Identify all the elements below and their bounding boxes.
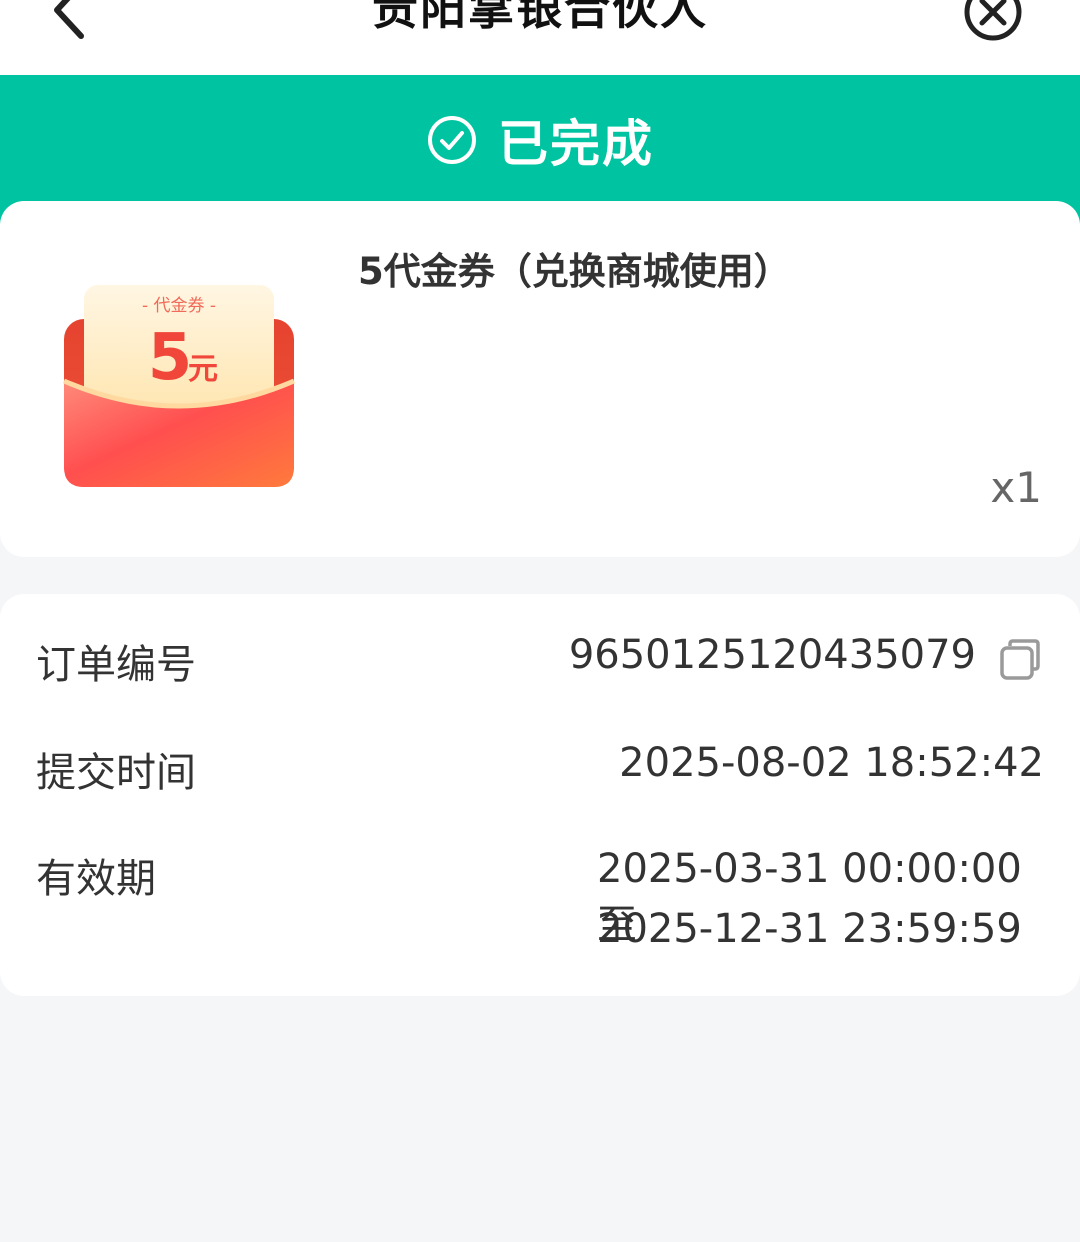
coupon-tag: - 代金券 -: [142, 296, 216, 316]
red-envelope-coupon-image: - 代金券 - 5 元: [63, 285, 295, 487]
copy-icon: [1000, 639, 1040, 680]
order-info-card: 订单编号 9650125120435079 提交时间 2025-08-02 18…: [0, 594, 1080, 996]
coupon-amount: 5: [148, 321, 193, 395]
product-card: - 代金券 - 5 元 5代金券（兑换商城使用） x1: [0, 201, 1080, 557]
validity-label: 有效期: [36, 856, 156, 902]
submit-time-value: 2025-08-02 18:52:42: [619, 740, 1044, 786]
order-number-value: 9650125120435079: [568, 632, 976, 678]
validity-end: 2025-12-31 23:59:59: [597, 906, 1022, 952]
product-quantity: x1: [990, 463, 1042, 512]
close-button[interactable]: [958, 0, 1028, 42]
copy-button[interactable]: [996, 636, 1044, 684]
nav-bar: 贵阳掌银合伙人: [0, 0, 1080, 75]
check-circle-icon: [428, 116, 476, 164]
product-name: 5代金券（兑换商城使用）: [358, 250, 791, 293]
order-number-label: 订单编号: [36, 642, 196, 688]
status-label: 已完成: [498, 115, 654, 173]
submit-time-label: 提交时间: [36, 750, 196, 796]
order-detail-page: 贵阳掌银合伙人 已完成 - 代金券 - 5 元 5代金券（兑换商城使用） x1 …: [0, 0, 1080, 1242]
close-circle-icon: [964, 0, 1022, 41]
coupon-unit: 元: [188, 352, 218, 387]
page-title: 贵阳掌银合伙人: [372, 0, 708, 35]
